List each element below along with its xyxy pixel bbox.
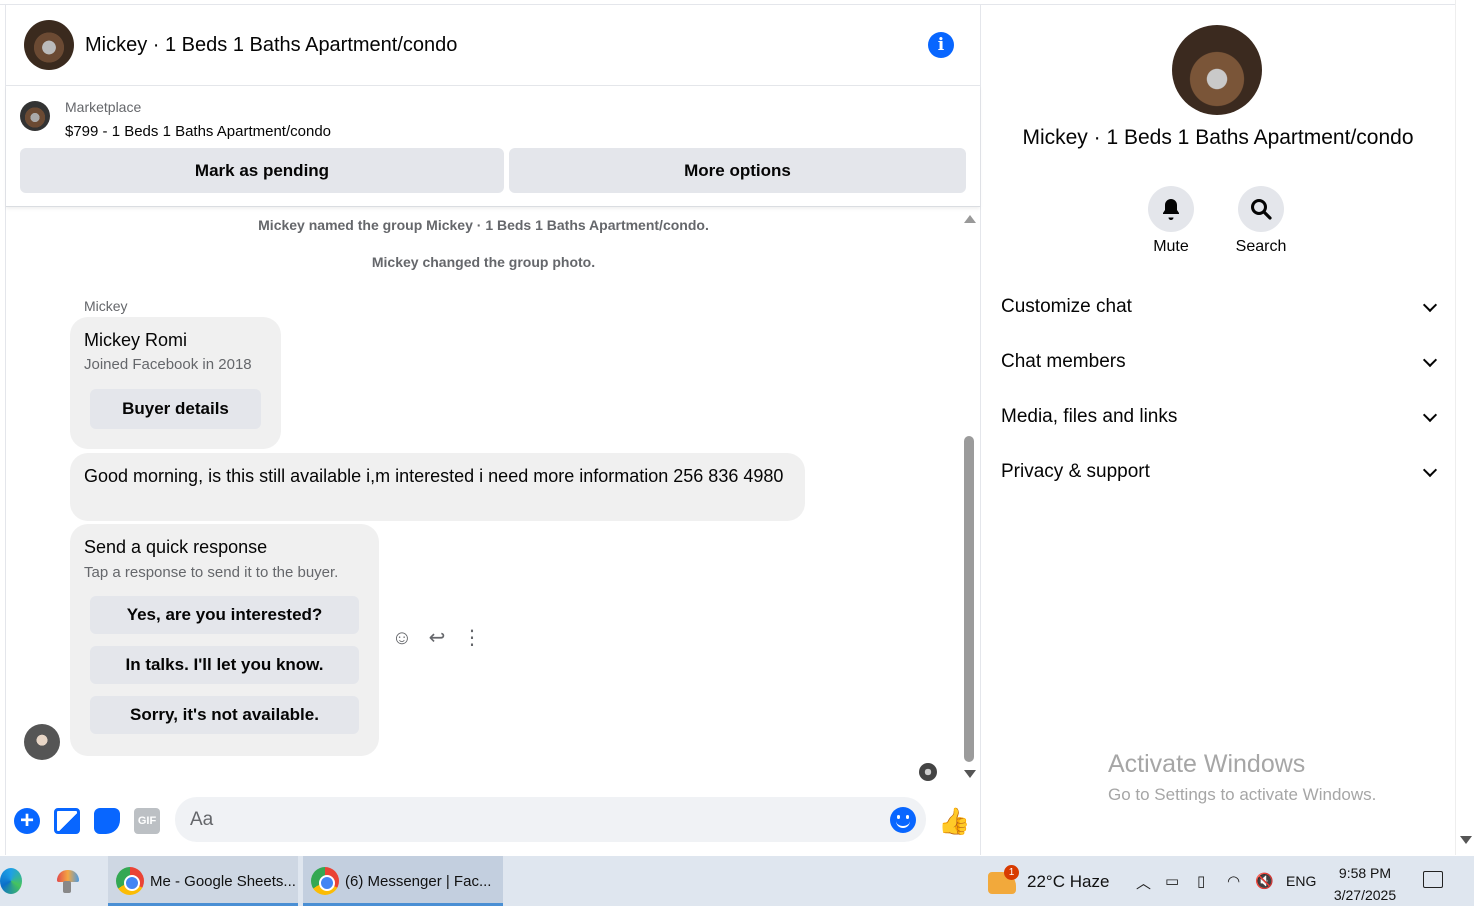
search-icon bbox=[1251, 199, 1272, 220]
marketplace-banner: Marketplace $799 - 1 Beds 1 Baths Apartm… bbox=[6, 86, 980, 207]
section-chat-members[interactable]: Chat members bbox=[1001, 342, 1441, 382]
mute-button[interactable] bbox=[1148, 186, 1194, 232]
chat-window: Mickey · 1 Beds 1 Baths Apartment/condo … bbox=[5, 5, 981, 855]
section-label: Customize chat bbox=[1001, 296, 1132, 317]
clock[interactable]: 9:58 PM 3/27/2025 bbox=[1330, 862, 1400, 906]
edge-icon[interactable] bbox=[0, 868, 22, 894]
bell-icon bbox=[1163, 199, 1179, 220]
chrome-icon bbox=[116, 867, 144, 895]
chat-header: Mickey · 1 Beds 1 Baths Apartment/condo … bbox=[6, 5, 980, 86]
quick-response-subtitle: Tap a response to send it to the buyer. bbox=[84, 564, 339, 581]
weather-text[interactable]: 22°C Haze bbox=[1027, 872, 1109, 892]
chat-info-panel: Mickey · 1 Beds 1 Baths Apartment/condo … bbox=[981, 5, 1455, 855]
buyer-name: Mickey Romi bbox=[84, 330, 188, 350]
taskbar-item-messenger[interactable]: (6) Messenger | Fac... bbox=[303, 856, 503, 906]
scroll-up-arrow-icon[interactable] bbox=[964, 215, 976, 223]
notification-icon[interactable] bbox=[1423, 871, 1443, 888]
watermark-title: Activate Windows bbox=[1108, 750, 1306, 778]
taskbar-item-google-sheets[interactable]: Me - Google Sheets... bbox=[108, 856, 298, 906]
watermark-subtitle: Go to Settings to activate Windows. bbox=[1108, 785, 1377, 804]
quick-response-title: Send a quick response bbox=[84, 537, 268, 557]
section-label: Chat members bbox=[1001, 351, 1126, 372]
info-icon[interactable]: i bbox=[928, 32, 954, 58]
quick-response-card: Send a quick response Tap a response to … bbox=[70, 524, 379, 756]
chevron-down-icon bbox=[1422, 462, 1438, 477]
scroll-down-arrow-icon[interactable] bbox=[1460, 836, 1472, 844]
chevron-up-icon[interactable]: ︿ bbox=[1136, 872, 1151, 893]
mark-as-pending-button[interactable]: Mark as pending bbox=[20, 148, 504, 193]
sender-name: Mickey bbox=[84, 298, 128, 314]
sender-avatar[interactable] bbox=[24, 724, 60, 760]
section-label: Privacy & support bbox=[1001, 461, 1150, 482]
wifi-icon[interactable]: ◠ bbox=[1227, 872, 1240, 890]
section-customize-chat[interactable]: Customize chat bbox=[1001, 287, 1441, 327]
composer: + GIF 👍 bbox=[6, 792, 980, 852]
quick-response-in-talks[interactable]: In talks. I'll let you know. bbox=[90, 646, 359, 684]
scroll-thumb[interactable] bbox=[964, 436, 974, 762]
quick-response-not-available[interactable]: Sorry, it's not available. bbox=[90, 696, 359, 734]
taskbar: Me - Google Sheets... (6) Messenger | Fa… bbox=[0, 856, 1474, 906]
buyer-card: Mickey Romi Joined Facebook in 2018 Buye… bbox=[70, 317, 281, 449]
chevron-down-icon bbox=[1422, 407, 1438, 422]
marketplace-label: Marketplace bbox=[65, 99, 142, 115]
thumbs-up-icon[interactable]: 👍 bbox=[938, 806, 970, 837]
message-input[interactable] bbox=[190, 797, 880, 842]
mute-label: Mute bbox=[1153, 238, 1189, 255]
panel-group-avatar[interactable] bbox=[1172, 25, 1262, 115]
listing-title[interactable]: $799 - 1 Beds 1 Baths Apartment/condo bbox=[65, 123, 331, 140]
paint-app-icon[interactable] bbox=[54, 866, 84, 896]
group-avatar[interactable] bbox=[24, 20, 74, 70]
buyer-details-button[interactable]: Buyer details bbox=[90, 389, 261, 429]
quick-response-yes[interactable]: Yes, are you interested? bbox=[90, 596, 359, 634]
message-list: Mickey named the group Mickey · 1 Beds 1… bbox=[6, 208, 980, 790]
seen-indicator-avatar bbox=[919, 763, 937, 781]
scroll-down-arrow-icon[interactable] bbox=[964, 770, 976, 778]
section-media-files-links[interactable]: Media, files and links bbox=[1001, 397, 1441, 437]
clock-date: 3/27/2025 bbox=[1333, 887, 1397, 903]
chevron-down-icon bbox=[1422, 352, 1438, 367]
chrome-icon bbox=[311, 867, 339, 895]
taskbar-item-label: Me - Google Sheets... bbox=[150, 872, 296, 890]
section-privacy-support[interactable]: Privacy & support bbox=[1001, 452, 1441, 492]
emoji-icon[interactable] bbox=[890, 807, 916, 833]
react-icon[interactable]: ☺ bbox=[390, 626, 414, 650]
panel-title: Mickey · 1 Beds 1 Baths Apartment/condo bbox=[1022, 126, 1414, 149]
volume-muted-icon[interactable]: 🔇 bbox=[1255, 872, 1274, 890]
message-bubble[interactable]: Good morning, is this still available i,… bbox=[70, 453, 805, 521]
gif-icon[interactable]: GIF bbox=[134, 808, 160, 834]
photo-icon[interactable] bbox=[54, 808, 80, 834]
weather-badge: 1 bbox=[1004, 865, 1019, 880]
listing-thumbnail[interactable] bbox=[20, 101, 50, 131]
section-label: Media, files and links bbox=[1001, 406, 1178, 427]
taskbar-item-label: (6) Messenger | Fac... bbox=[345, 872, 492, 890]
clock-time: 9:58 PM bbox=[1338, 865, 1392, 881]
reply-icon[interactable]: ↩ bbox=[425, 626, 449, 650]
activate-windows-watermark: Activate Windows Go to Settings to activ… bbox=[1108, 750, 1376, 805]
search-button[interactable] bbox=[1238, 186, 1284, 232]
sticker-icon[interactable] bbox=[94, 808, 120, 834]
device-icon[interactable]: ▯ bbox=[1197, 872, 1205, 890]
plus-icon[interactable]: + bbox=[14, 808, 40, 834]
message-input-wrapper bbox=[175, 797, 926, 842]
chevron-down-icon bbox=[1422, 297, 1438, 312]
system-message: Mickey changed the group photo. bbox=[371, 254, 596, 270]
language-indicator[interactable]: ENG bbox=[1286, 873, 1316, 889]
chat-scrollbar[interactable] bbox=[961, 208, 978, 780]
chat-title[interactable]: Mickey · 1 Beds 1 Baths Apartment/condo bbox=[85, 34, 457, 57]
more-vertical-icon[interactable]: ⋮ bbox=[460, 626, 484, 650]
system-message: Mickey named the group Mickey · 1 Beds 1… bbox=[258, 217, 709, 233]
screen: Mickey · 1 Beds 1 Baths Apartment/condo … bbox=[0, 0, 1474, 906]
more-options-button[interactable]: More options bbox=[509, 148, 966, 193]
battery-icon[interactable]: ▭ bbox=[1165, 872, 1179, 890]
search-label: Search bbox=[1235, 238, 1287, 255]
page-scrollbar[interactable] bbox=[1455, 0, 1474, 855]
buyer-joined: Joined Facebook in 2018 bbox=[84, 356, 252, 373]
